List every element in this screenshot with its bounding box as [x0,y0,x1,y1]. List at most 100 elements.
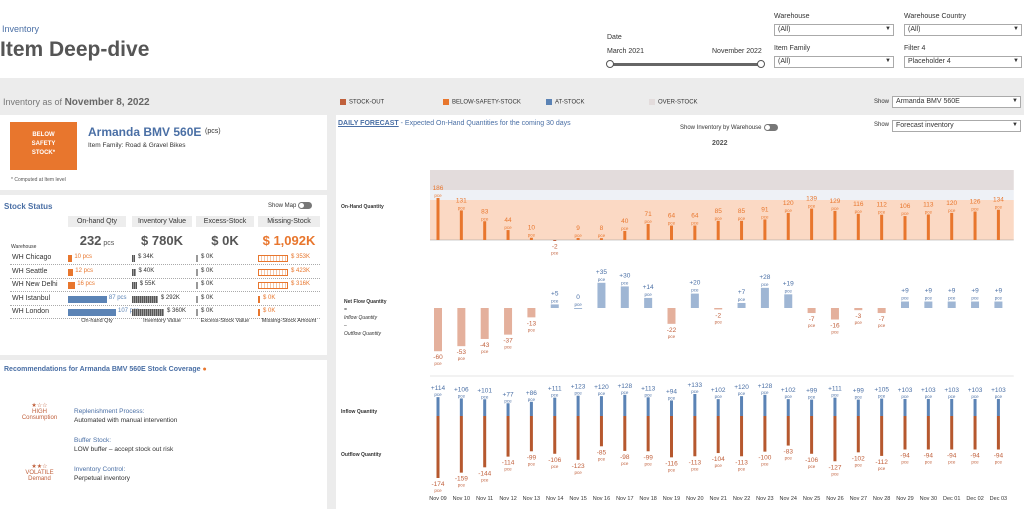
legend-swatch [546,99,552,105]
x-axis-label: Nov 12 [499,496,516,502]
excess-bar [196,255,198,262]
chevron-down-icon: ▼ [1013,58,1019,64]
missing-value: $ 316K [291,281,311,287]
inflow-label: +103 [944,387,959,394]
date-slider-handle-start[interactable] [606,60,614,68]
unit-label: pce [971,296,979,301]
unit-label: pce [621,226,629,231]
netflow-bar [644,297,653,308]
show-forecast-select[interactable]: Forecast inventory ▼ [892,120,1021,132]
unit-label: pce [995,205,1003,210]
rec-buffer: Buffer Stock: LOW buffer – accept stock o… [74,437,174,453]
inventory-value: $ 55K [139,281,156,287]
inflow-label: +120 [594,384,609,391]
show-item-select[interactable]: Armanda BMV 560E ▼ [892,96,1021,108]
outflow-label: -114 [502,460,515,467]
inflow-bar [553,397,557,416]
unit-label: pce [715,216,723,221]
show-by-warehouse-toggle[interactable]: Show Inventory by Warehouse [680,124,778,131]
unit-label: pce [948,208,956,213]
show-map-toggle[interactable]: Show Map [268,202,313,209]
warehouse-name[interactable]: WH New Delhi [12,281,58,288]
legend-at-stock: AT-STOCK [546,99,584,106]
breadcrumb[interactable]: Inventory [2,24,39,34]
excess-value: $ 0K [201,281,214,287]
filter-country-select[interactable]: (All) ▼ [904,24,1022,36]
unit-label: pce [831,393,839,398]
unit-label: pce [855,320,863,325]
onhand-label: 120 [783,200,794,207]
filter-warehouse-select[interactable]: (All) ▼ [774,24,894,36]
warehouse-name[interactable]: WH Seattle [12,268,47,275]
onhand-bar [973,211,977,240]
netflow-label: -2 [715,312,721,319]
toggle-switch[interactable] [763,124,778,131]
x-axis-label: Dec 03 [990,496,1007,502]
toggle-switch[interactable] [298,202,313,209]
unit-label: pce [551,464,559,469]
outflow-label: -144 [478,470,491,477]
x-axis-label: Nov 14 [546,496,563,502]
status-badge: BELOW SAFETY STOCK* [10,122,77,170]
inflow-label: +106 [454,386,469,393]
filter-family-select[interactable]: (All) ▼ [774,56,894,68]
onhand-label: 186 [433,185,444,192]
x-axis-label: Dec 01 [943,496,960,502]
forecast-title-link[interactable]: DAILY FORECAST [338,120,399,127]
legend-over-stock: OVER-STOCK [649,99,698,106]
warehouse-name[interactable]: WH Istanbul [12,295,50,302]
inflow-bar [529,401,533,416]
netflow-label: +9 [995,288,1003,295]
date-range-slider[interactable] [611,63,761,66]
outflow-bar [880,416,884,456]
netflow-bar [714,308,723,310]
unit-label: pce [761,282,769,287]
netflow-bar [620,286,629,308]
outflow-label: -85 [597,449,607,456]
onhand-bar [623,230,627,240]
onhand-label: 112 [876,202,887,209]
x-axis-label: Nov 26 [826,496,843,502]
inventory-value: $ 360K [167,308,187,314]
netflow-bar [924,301,933,308]
netflow-bar [830,308,839,320]
filter-4-select[interactable]: Placeholder 4 ▼ [904,56,1022,68]
unit-label: pce [551,298,559,303]
excess-value: $ 0K [201,267,214,274]
chevron-down-icon: ▼ [885,26,891,32]
unit-label: pce [785,456,793,461]
netflow-label: +9 [948,288,956,295]
netflow-bar [947,301,956,308]
qty-value: 12 pcs [75,267,93,274]
missing-value: $ 423K [291,267,311,274]
recommendations-title: Recommendations for Armanda BMV 560E Sto… [4,366,207,373]
missing-value: $ 353K [291,254,311,260]
unit-label: pce [948,296,956,301]
x-axis-label: Nov 27 [850,496,867,502]
x-axis-label: Nov 23 [756,496,773,502]
unit-label: pce [645,392,653,397]
info-icon[interactable]: ● [203,366,207,373]
date-slider-handle-end[interactable] [757,60,765,68]
excess-bar [196,268,198,276]
unit-label: pce [855,462,863,467]
outflow-bar [996,416,1000,450]
unit-label: pce [528,327,536,332]
netflow-bar [971,301,980,308]
column-header: On-hand Qty [68,216,126,227]
onhand-bar [553,240,557,241]
onhand-bar [950,212,954,240]
warehouse-name[interactable]: WH London [12,308,49,315]
onhand-label: 91 [761,206,769,213]
inflow-bar [950,398,954,416]
unit-label: pce [738,216,746,221]
row-label-netflow: Net Flow Quantity = Inflow Quantity – Outflo… [344,299,387,337]
netflow-label: 0 [576,294,580,301]
inflow-bar [856,399,860,416]
onhand-label: 64 [668,213,676,220]
chevron-down-icon: ▼ [1012,98,1018,104]
missing-bar [258,255,288,262]
x-axis-label: Nov 29 [896,496,913,502]
warehouse-name[interactable]: WH Chicago [12,254,51,261]
unit-label: pce [948,394,956,399]
